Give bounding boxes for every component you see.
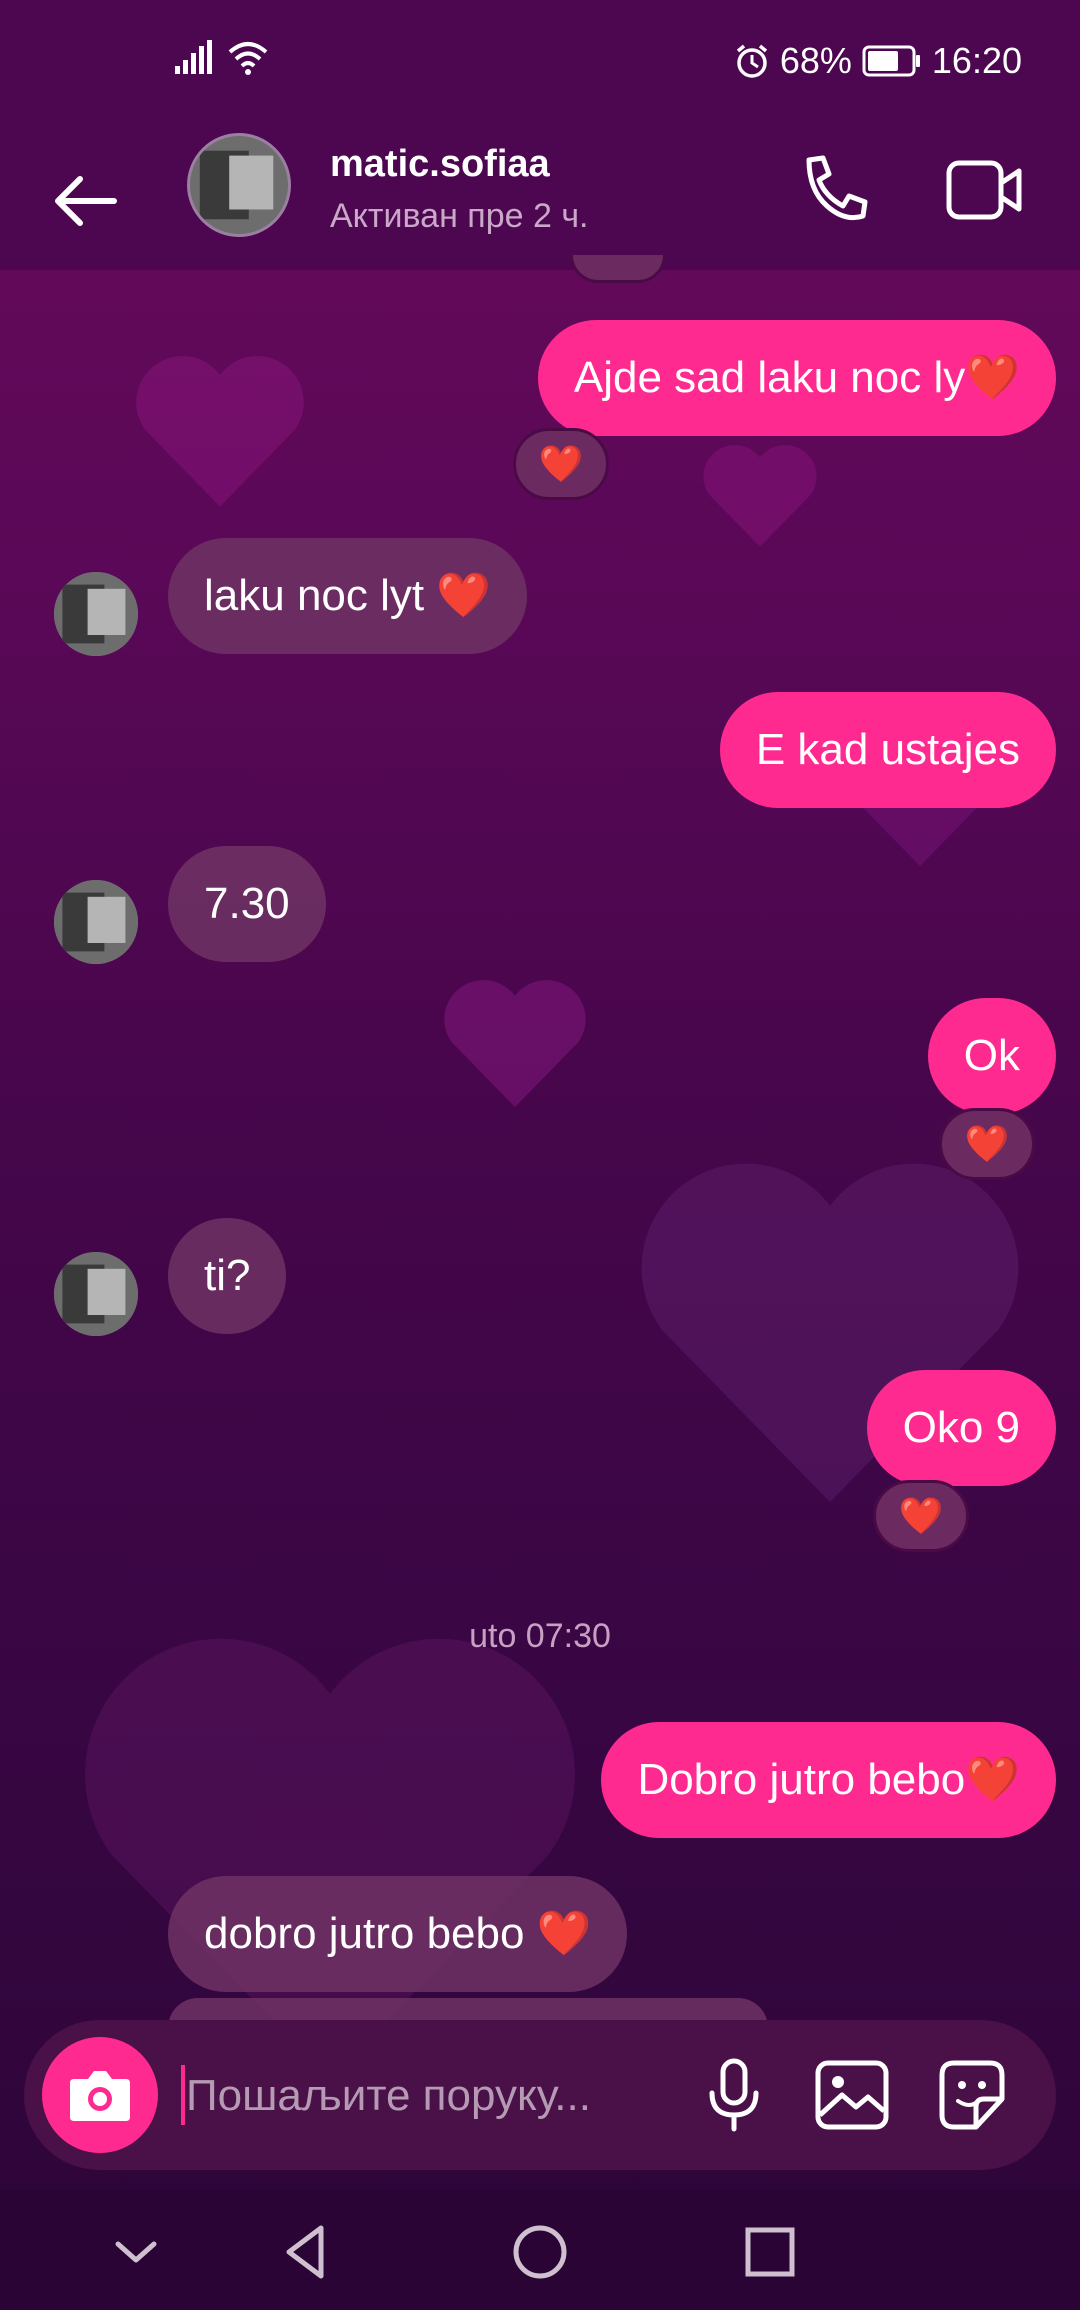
date-separator: uto 07:30 <box>469 1617 611 1655</box>
system-navigation-bar <box>0 2190 1080 2310</box>
camera-button[interactable] <box>42 2037 158 2153</box>
profile-avatar[interactable] <box>187 133 291 237</box>
peek-reaction-partial <box>570 255 666 283</box>
message-reaction[interactable]: ❤️ <box>513 428 609 500</box>
clock: 16:20 <box>931 40 1022 81</box>
avatar-photo <box>54 1252 138 1336</box>
status-bar: 68% 16:20 <box>0 0 1080 125</box>
recents-square-icon[interactable] <box>738 2220 802 2284</box>
background-heart-decoration <box>136 356 304 507</box>
message-bubble-incoming[interactable]: laku noc lyt ❤️ <box>168 538 528 654</box>
home-circle-icon[interactable] <box>508 2220 572 2284</box>
battery-percentage: 68% <box>779 40 852 81</box>
sender-avatar[interactable] <box>54 880 138 964</box>
background-heart-decoration <box>703 445 817 547</box>
avatar-photo <box>54 880 138 964</box>
message-composer <box>24 2020 1056 2170</box>
phone-icon[interactable] <box>795 150 875 230</box>
background-heart-decoration <box>444 980 586 1107</box>
camera-icon <box>70 2071 130 2121</box>
activity-status: Активан пре 2 ч. <box>330 197 589 235</box>
message-bubble-outgoing[interactable]: E kad ustajes <box>719 692 1056 808</box>
message-reaction[interactable]: ❤️ <box>939 1108 1035 1180</box>
chevron-down-icon[interactable] <box>104 2220 168 2284</box>
message-bubble-incoming[interactable]: ti? <box>168 1218 287 1334</box>
message-bubble-outgoing[interactable]: Ok <box>927 998 1056 1114</box>
message-bubble-incoming[interactable]: dobro jutro bebo ❤️ <box>168 1876 628 1992</box>
chat-username[interactable]: matic.sofiaa <box>330 143 550 186</box>
image-icon[interactable] <box>812 2055 892 2135</box>
alarm-icon <box>736 44 767 78</box>
message-bubble-outgoing[interactable]: Ajde sad laku noc ly❤️ <box>537 320 1056 436</box>
back-triangle-icon[interactable] <box>275 2220 339 2284</box>
avatar-photo <box>190 136 288 234</box>
message-bubble-outgoing[interactable]: Oko 9 <box>866 1370 1056 1486</box>
chat-header: matic.sofiaa Активан пре 2 ч. <box>0 125 1080 270</box>
arrow-left-icon[interactable] <box>48 165 120 237</box>
signal-icon <box>175 40 212 74</box>
sticker-icon[interactable] <box>932 2055 1012 2135</box>
message-bubble-incoming[interactable]: 7.30 <box>168 846 326 962</box>
microphone-icon[interactable] <box>694 2055 774 2135</box>
message-bubble-outgoing[interactable]: Dobro jutro bebo❤️ <box>601 1722 1056 1838</box>
sender-avatar[interactable] <box>54 1252 138 1336</box>
message-input[interactable] <box>184 2060 668 2132</box>
video-camera-icon[interactable] <box>945 155 1025 225</box>
wifi-icon <box>228 42 268 75</box>
avatar-photo <box>54 572 138 656</box>
battery-icon <box>862 45 920 77</box>
sender-avatar[interactable] <box>54 572 138 656</box>
message-reaction[interactable]: ❤️ <box>873 1480 969 1552</box>
